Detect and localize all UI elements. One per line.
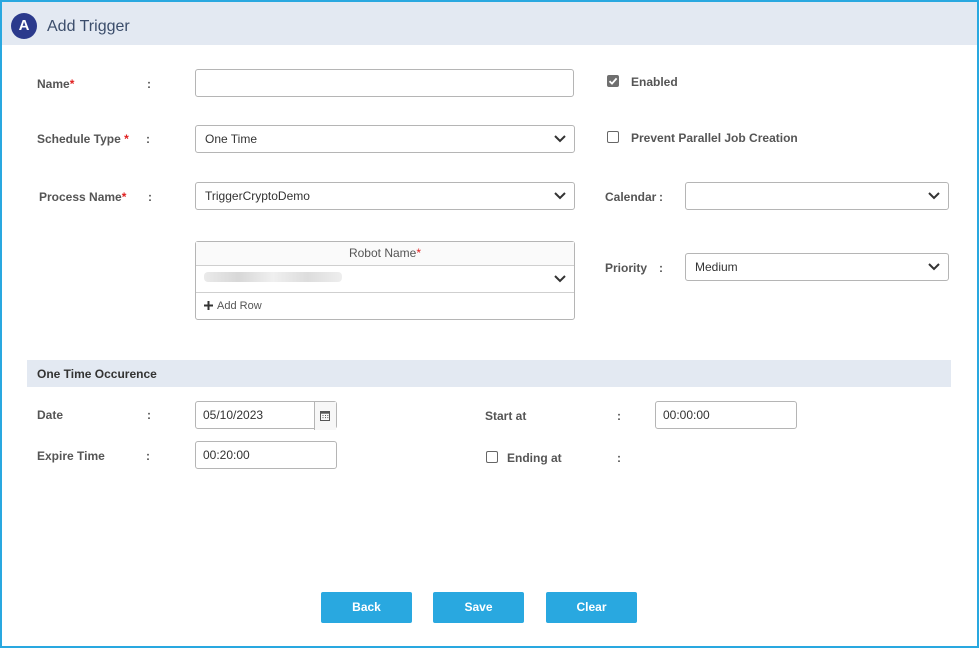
process-name-label: Process Name* <box>39 190 127 204</box>
save-button[interactable]: Save <box>433 592 524 623</box>
add-row-button[interactable]: Add Row <box>196 293 574 320</box>
ending-at-label: Ending at <box>507 451 562 465</box>
one-time-section-header: One Time Occurence <box>27 360 951 387</box>
date-input[interactable]: 05/10/2023 <box>195 401 337 430</box>
ending-at-checkbox[interactable] <box>486 451 498 463</box>
app-logo: A <box>11 13 37 39</box>
prevent-parallel-checkbox[interactable] <box>607 131 619 143</box>
schedule-type-colon: : <box>146 132 150 146</box>
clear-button[interactable]: Clear <box>546 592 637 623</box>
priority-colon: : <box>659 261 663 275</box>
start-at-colon: : <box>617 409 621 423</box>
schedule-type-label: Schedule Type * <box>37 132 129 146</box>
chevron-down-icon <box>554 192 566 200</box>
enabled-label: Enabled <box>631 75 678 89</box>
ending-at-colon: : <box>617 451 621 465</box>
date-label: Date <box>37 408 64 422</box>
priority-select[interactable]: Medium <box>685 253 949 281</box>
start-at-input[interactable]: 00:00:00 <box>655 401 797 429</box>
expire-time-label: Expire Time <box>37 449 105 463</box>
priority-value: Medium <box>695 260 738 274</box>
calendar-colon: : <box>659 190 663 204</box>
robot-select[interactable] <box>196 266 574 293</box>
schedule-type-value: One Time <box>205 132 258 146</box>
add-row-label: Add Row <box>217 300 262 312</box>
calendar-select[interactable] <box>685 182 949 210</box>
start-at-label: Start at <box>485 409 527 423</box>
prevent-parallel-label: Prevent Parallel Job Creation <box>631 131 798 145</box>
title-bar: A Add Trigger <box>2 2 977 45</box>
back-button[interactable]: Back <box>321 592 412 623</box>
page-title: Add Trigger <box>47 18 130 35</box>
date-value: 05/10/2023 <box>203 408 264 422</box>
robot-table-header: Robot Name* <box>196 242 574 266</box>
chevron-down-icon <box>928 192 940 200</box>
name-colon: : <box>147 77 151 91</box>
chevron-down-icon <box>554 135 566 143</box>
schedule-type-select[interactable]: One Time <box>195 125 575 153</box>
redacted-robot-name <box>204 272 342 282</box>
expire-time-input[interactable]: 00:20:00 <box>195 441 337 469</box>
name-input[interactable] <box>195 69 574 97</box>
check-icon <box>608 77 618 85</box>
calendar-label: Calendar <box>605 190 657 204</box>
date-picker-button[interactable] <box>314 402 336 430</box>
process-name-select[interactable]: TriggerCryptoDemo <box>195 182 575 210</box>
app-window <box>0 0 979 648</box>
plus-icon <box>204 301 213 310</box>
process-name-colon: : <box>148 190 152 204</box>
name-label: Name* <box>37 77 75 91</box>
expire-time-colon: : <box>146 449 150 463</box>
chevron-down-icon <box>928 263 940 271</box>
robot-table: Robot Name* Add Row <box>195 241 575 320</box>
chevron-down-icon <box>554 275 566 283</box>
calendar-icon <box>320 411 330 421</box>
process-name-value: TriggerCryptoDemo <box>205 189 310 203</box>
enabled-checkbox[interactable] <box>607 75 619 87</box>
date-colon: : <box>147 408 151 422</box>
priority-label: Priority <box>605 261 648 275</box>
section-title: One Time Occurence <box>37 367 157 381</box>
